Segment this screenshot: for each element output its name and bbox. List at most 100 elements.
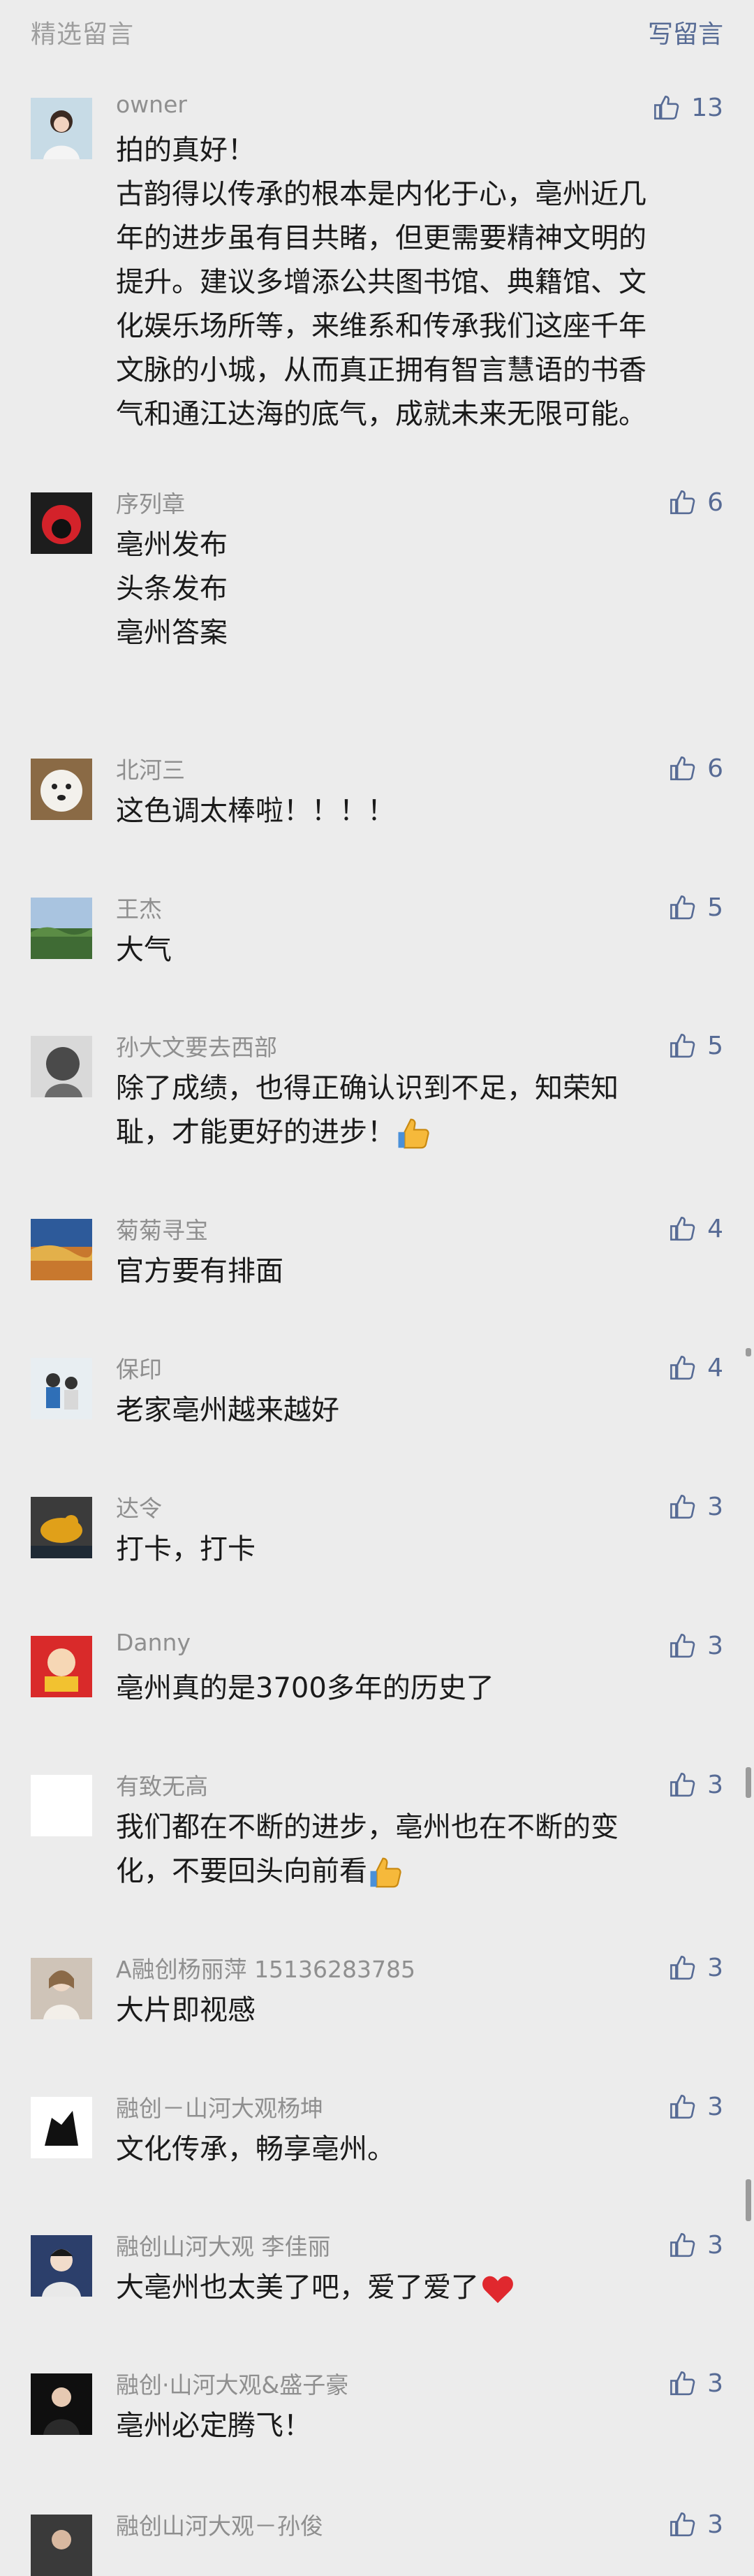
thumb-up-icon (652, 93, 681, 122)
scrollbar-thumb[interactable] (746, 2179, 751, 2221)
comment-nickname: 孙大文要去西部 (116, 1034, 277, 1061)
like-count: 3 (707, 1953, 723, 1982)
comment-line: 文化传承，畅享亳州。 (116, 2133, 395, 2165)
comment-line-text: 化，不要回头向前看 (116, 1855, 367, 1887)
like-button[interactable]: 3 (668, 1627, 723, 1664)
like-button[interactable]: 3 (668, 2506, 723, 2542)
write-comment-button[interactable]: 写留言 (648, 14, 723, 50)
avatar (31, 2235, 92, 2297)
comment-line: 拍的真好！ (116, 134, 256, 166)
comment-text: 拍的真好！ 古韵得以传承的根本是内化于心，亳州近几 年的进步虽有目共睹，但更需要… (116, 129, 730, 437)
like-button[interactable]: 3 (668, 1949, 723, 1986)
like-button[interactable]: 5 (668, 889, 723, 925)
comment-line: 气和通江达海的底气，成就未来无限可能。 (116, 398, 646, 430)
comment-nickname: owner (116, 91, 187, 118)
thumb-up-icon (668, 2230, 697, 2260)
avatar (31, 1219, 92, 1280)
thumb-up-icon (668, 1631, 697, 1660)
like-count: 3 (707, 2510, 723, 2539)
comment-text: 文化传承，畅享亳州。 (116, 2128, 730, 2172)
comment-text: 这色调太棒啦！！！！ (116, 789, 730, 833)
comment-line: 化娱乐场所等，来维系和传承我们这座千年 (116, 310, 646, 342)
comment-line: 大片即视感 (116, 1994, 256, 2026)
avatar (31, 2373, 92, 2435)
like-count: 4 (707, 1214, 723, 1243)
comment-text: 官方要有排面 (116, 1250, 730, 1294)
comments-header: 精选留言 写留言 (0, 0, 754, 64)
like-button[interactable]: 6 (668, 750, 723, 786)
thumbs-up-emoji (395, 1115, 433, 1152)
comment-line: 这色调太棒啦！！！！ (116, 795, 395, 827)
comment-line: 我们都在不断的进步，亳州也在不断的变 (116, 1811, 619, 1843)
like-count: 3 (707, 1631, 723, 1660)
comment-nickname: A融创杨丽萍 15136283785 (116, 1956, 416, 1983)
thumb-up-icon (668, 1214, 697, 1243)
avatar (31, 98, 92, 159)
thumbs-up-emoji (367, 1854, 405, 1891)
comment-nickname: Danny (116, 1629, 191, 1656)
comment-nickname: 融创山河大观 李佳丽 (116, 2233, 331, 2260)
comment-text: 除了成绩，也得正确认识到不足，知荣知 耻，才能更好的进步！ (116, 1067, 730, 1155)
comment-line: 亳州答案 (116, 617, 228, 649)
comment-line: 亳州发布 (116, 529, 228, 561)
section-title: 精选留言 (31, 20, 135, 49)
comment-line: 文脉的小城，从而真正拥有智言慧语的书香 (116, 354, 646, 386)
comment-text: 老家亳州越来越好 (116, 1389, 730, 1433)
comment-line: 大亳州也太美了吧，爱了爱了 (116, 2266, 730, 2310)
comment-line: 官方要有排面 (116, 1255, 283, 1287)
comment-line: 年的进步虽有目共睹，但更需要精神文明的 (116, 222, 646, 254)
comment-line: 大气 (116, 934, 172, 966)
thumb-up-icon (668, 2510, 697, 2539)
comment-text: 亳州必定腾飞！ (116, 2404, 730, 2448)
thumb-up-icon (668, 893, 697, 922)
comment-nickname: 菊菊寻宝 (116, 1217, 208, 1244)
like-button[interactable]: 4 (668, 1349, 723, 1386)
like-button[interactable]: 4 (668, 1210, 723, 1247)
red-heart-emoji (479, 2270, 517, 2308)
comment-text: 大片即视感 (116, 1989, 730, 2033)
avatar (31, 898, 92, 959)
comment-nickname: 有致无高 (116, 1773, 208, 1800)
avatar (31, 759, 92, 820)
thumb-up-icon (668, 754, 697, 783)
avatar (31, 1497, 92, 1558)
like-button[interactable]: 3 (668, 2365, 723, 2401)
comment-text: 我们都在不断的进步，亳州也在不断的变 化，不要回头向前看 (116, 1806, 730, 1894)
comment-nickname: 融创－山河大观杨坤 (116, 2095, 323, 2122)
thumb-up-icon (668, 2369, 697, 2398)
like-count: 4 (707, 1353, 723, 1382)
avatar (31, 1775, 92, 1836)
comment-text: 打卡，打卡 (116, 1528, 730, 1572)
comment-nickname: 达令 (116, 1495, 162, 1522)
scrollbar-thumb[interactable] (746, 1767, 751, 1798)
comment-text: 大气 (116, 928, 730, 972)
avatar (31, 1636, 92, 1697)
comment-line: 古韵得以传承的根本是内化于心，亳州近几 (116, 178, 646, 210)
like-button[interactable]: 3 (668, 1488, 723, 1525)
comment-nickname: 融创山河大观－孙俊 (116, 2512, 323, 2540)
like-count: 5 (707, 893, 723, 922)
comment-line: 耻，才能更好的进步！ (116, 1111, 730, 1155)
like-button[interactable]: 13 (652, 89, 723, 126)
like-count: 3 (707, 1492, 723, 1521)
scrollbar-thumb[interactable] (746, 1348, 751, 1356)
comment-line: 老家亳州越来越好 (116, 1394, 339, 1426)
like-button[interactable]: 6 (668, 484, 723, 520)
like-button[interactable]: 5 (668, 1027, 723, 1064)
like-count: 6 (707, 754, 723, 783)
thumb-up-icon (668, 488, 697, 517)
comment-nickname: 序列章 (116, 490, 185, 518)
like-button[interactable]: 3 (668, 2227, 723, 2263)
comment-nickname: 保印 (116, 1356, 162, 1383)
like-count: 3 (707, 1770, 723, 1799)
comment-nickname: 北河三 (116, 756, 185, 784)
comment-text: 大亳州也太美了吧，爱了爱了 (116, 2266, 730, 2310)
like-button[interactable]: 3 (668, 2088, 723, 2125)
like-button[interactable]: 3 (668, 1766, 723, 1803)
comment-text: 亳州发布 头条发布 亳州答案 (116, 523, 730, 655)
like-count: 13 (691, 93, 723, 122)
like-count: 3 (707, 2092, 723, 2121)
comment-text: 亳州真的是3700多年的历史了 (116, 1667, 730, 1711)
avatar (31, 1358, 92, 1419)
comment-line-text: 耻，才能更好的进步！ (116, 1116, 395, 1148)
